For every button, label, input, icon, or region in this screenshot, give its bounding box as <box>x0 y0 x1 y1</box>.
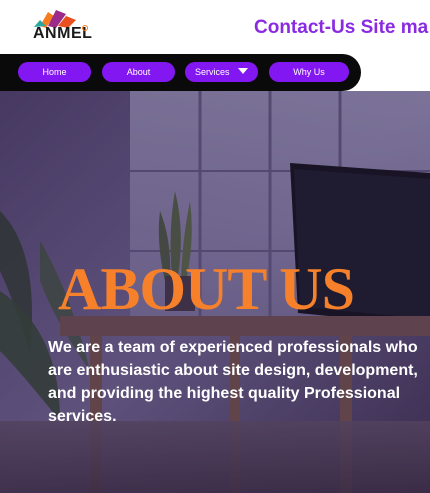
nav-why-us-label: Why Us <box>293 67 325 77</box>
nav-about-label: About <box>126 67 151 77</box>
hero-section: ABOUT US We are a team of experienced pr… <box>0 91 430 493</box>
caret-down-icon <box>238 68 248 74</box>
header: ANMEL Contact-Us Site ma <box>0 0 430 55</box>
nav-home-button[interactable]: Home <box>18 62 91 82</box>
nav-why-us-button[interactable]: Why Us <box>269 62 349 82</box>
nav-bar: Home About Services Why Us <box>0 54 361 91</box>
nav-home-label: Home <box>42 67 67 77</box>
nav-about-button[interactable]: About <box>102 62 175 82</box>
hero-title: ABOUT US <box>58 256 355 322</box>
hero-description: We are a team of experienced professiona… <box>48 339 418 425</box>
logo[interactable]: ANMEL <box>32 8 92 44</box>
registered-icon <box>82 25 88 31</box>
site-title: Contact-Us Site ma <box>254 17 429 38</box>
nav-services-button[interactable]: Services <box>185 62 258 82</box>
nav-services-label: Services <box>195 67 230 77</box>
